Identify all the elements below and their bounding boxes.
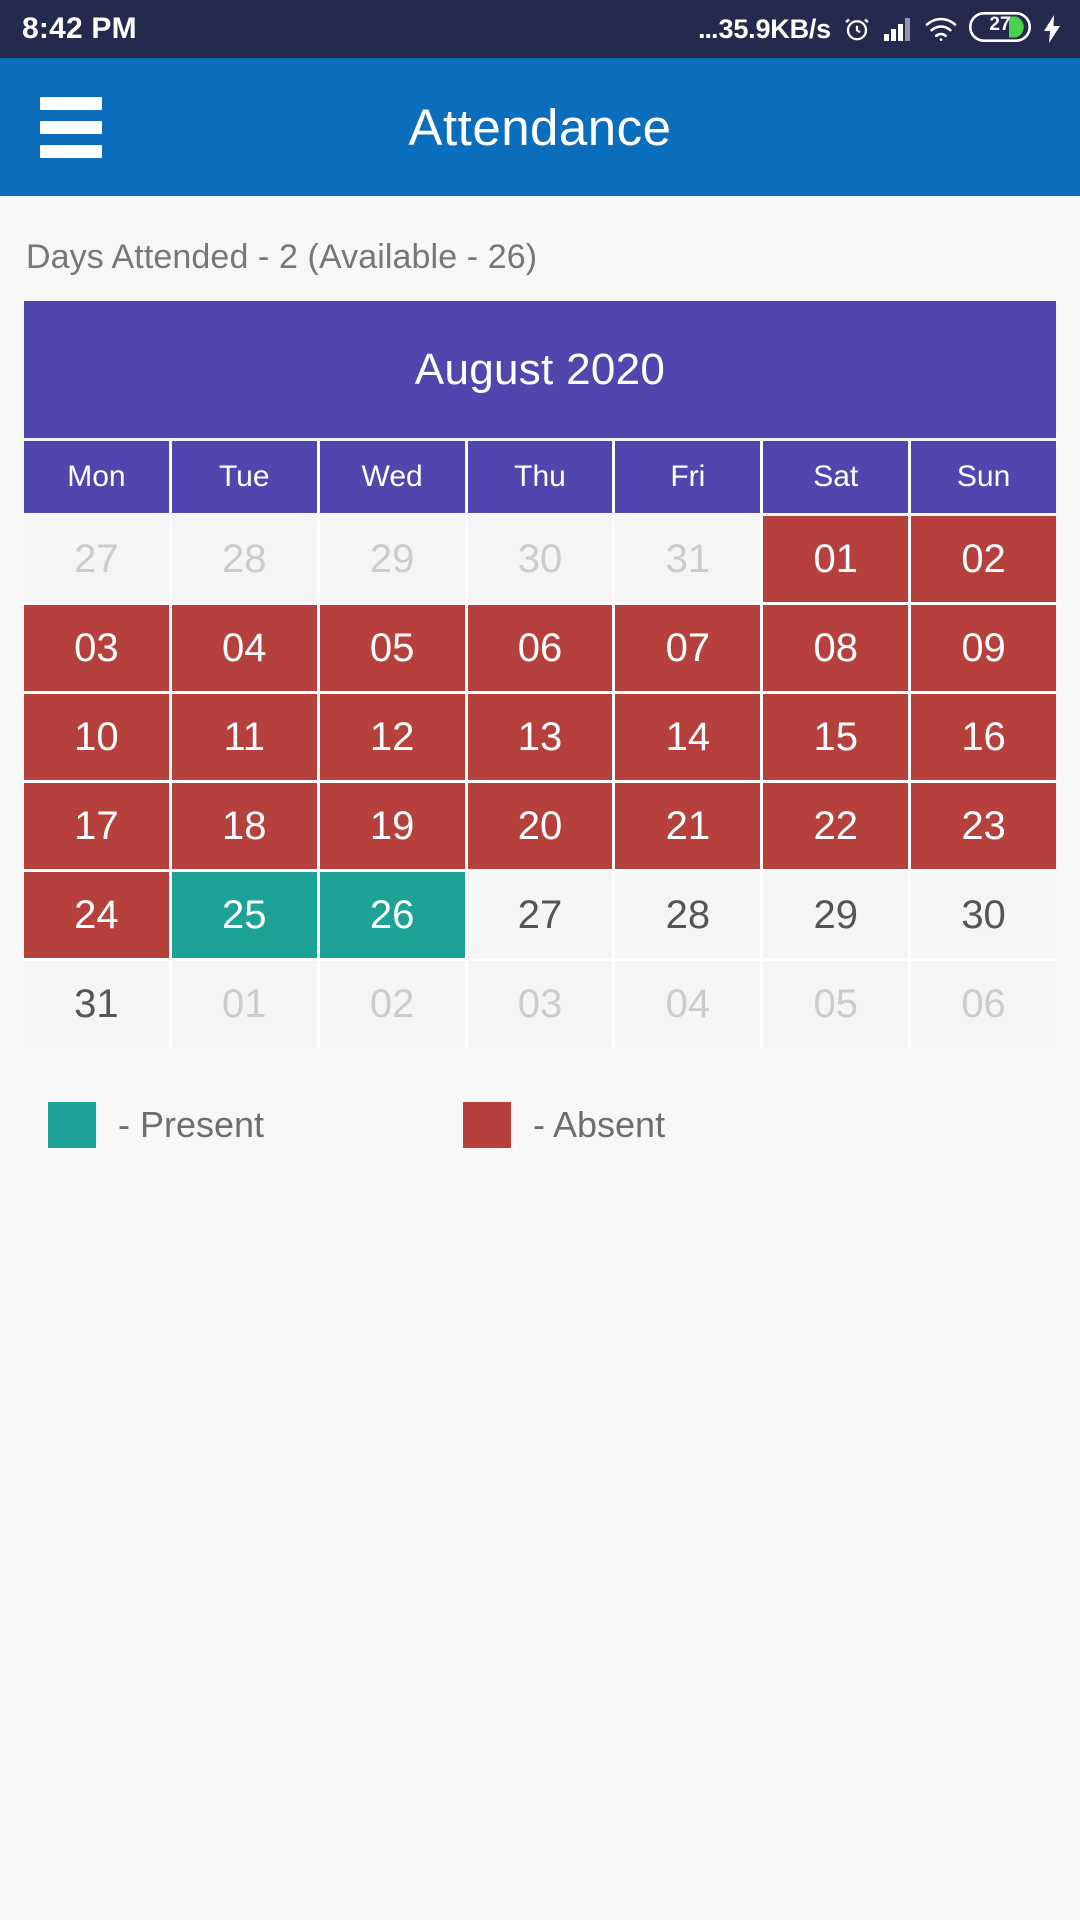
calendar-day-cell[interactable]: 07 — [615, 605, 761, 691]
hamburger-bar-1 — [40, 96, 102, 110]
attendance-summary: Days Attended - 2 (Available - 26) — [26, 238, 538, 276]
calendar-weekday-sat: Sat — [763, 441, 909, 513]
calendar-day-cell[interactable]: 05 — [319, 605, 465, 691]
calendar-day-cell[interactable]: 29 — [319, 516, 465, 602]
legend-swatch-absent — [463, 1102, 511, 1148]
calendar-day-cell[interactable]: 29 — [763, 872, 909, 958]
calendar-day-cell[interactable]: 21 — [615, 783, 761, 869]
calendar-month-title: August 2020 — [24, 301, 1056, 438]
hamburger-bar-3 — [40, 144, 102, 158]
network-activity-dots-icon: ... — [698, 13, 718, 44]
calendar-weekday-thu: Thu — [467, 441, 613, 513]
legend-item-absent: - Absent — [463, 1102, 665, 1148]
calendar-day-cell[interactable]: 30 — [467, 516, 613, 602]
calendar-weekday-mon: Mon — [24, 441, 169, 513]
status-bar-clock: 8:42 PM — [22, 12, 137, 45]
calendar-day-cell[interactable]: 31 — [24, 961, 169, 1047]
calendar-day-cell[interactable]: 01 — [763, 516, 909, 602]
calendar-weekday-wed: Wed — [319, 441, 465, 513]
calendar-day-cell[interactable]: 31 — [615, 516, 761, 602]
hamburger-bar-2 — [40, 120, 102, 134]
calendar-day-cell[interactable]: 16 — [911, 694, 1056, 780]
cellular-signal-icon — [883, 16, 913, 42]
battery-icon: 27 — [968, 11, 1032, 47]
calendar-day-cell[interactable]: 28 — [615, 872, 761, 958]
legend-swatch-present — [48, 1102, 96, 1148]
calendar-day-cell[interactable]: 13 — [467, 694, 613, 780]
calendar-day-cell[interactable]: 24 — [24, 872, 169, 958]
calendar-day-cell[interactable]: 02 — [319, 961, 465, 1047]
calendar-day-cell[interactable]: 03 — [467, 961, 613, 1047]
main-content: Days Attended - 2 (Available - 26) Augus… — [0, 196, 1080, 1148]
battery-level-text: 27 — [989, 13, 1011, 35]
calendar-day-cell[interactable]: 03 — [24, 605, 169, 691]
hamburger-menu-icon[interactable] — [40, 96, 102, 158]
calendar-day-cell[interactable]: 22 — [763, 783, 909, 869]
calendar-day-cell[interactable]: 23 — [911, 783, 1056, 869]
status-bar-icons: ... 35.9KB/s 27 — [698, 11, 1062, 47]
calendar-day-cell[interactable]: 02 — [911, 516, 1056, 602]
calendar-day-cell[interactable]: 19 — [319, 783, 465, 869]
network-speed-value: 35.9KB/s — [718, 13, 832, 44]
calendar-weekday-tue: Tue — [171, 441, 317, 513]
alarm-clock-icon — [842, 14, 872, 44]
calendar-day-cell[interactable]: 25 — [171, 872, 317, 958]
calendar-day-cell[interactable]: 09 — [911, 605, 1056, 691]
calendar-day-cell[interactable]: 12 — [319, 694, 465, 780]
calendar-day-cell[interactable]: 05 — [763, 961, 909, 1047]
calendar-day-cell[interactable]: 26 — [319, 872, 465, 958]
calendar-day-cell[interactable]: 28 — [171, 516, 317, 602]
calendar-day-cell[interactable]: 08 — [763, 605, 909, 691]
calendar-day-cell[interactable]: 14 — [615, 694, 761, 780]
calendar-day-cell[interactable]: 27 — [467, 872, 613, 958]
calendar-day-cell[interactable]: 06 — [911, 961, 1056, 1047]
calendar-day-cell[interactable]: 06 — [467, 605, 613, 691]
calendar-day-cell[interactable]: 11 — [171, 694, 317, 780]
calendar-day-cell[interactable]: 01 — [171, 961, 317, 1047]
app-bar: Attendance — [0, 58, 1080, 196]
calendar-legend: - Present - Absent — [24, 1047, 1056, 1148]
charging-bolt-icon — [1042, 14, 1062, 44]
page-title: Attendance — [408, 98, 672, 156]
calendar-day-cell[interactable]: 10 — [24, 694, 169, 780]
calendar-day-cell[interactable]: 30 — [911, 872, 1056, 958]
wifi-icon — [924, 16, 958, 42]
legend-item-present: - Present — [48, 1102, 463, 1148]
calendar-day-cell[interactable]: 18 — [171, 783, 317, 869]
calendar-weekday-fri: Fri — [615, 441, 761, 513]
calendar-day-cell[interactable]: 15 — [763, 694, 909, 780]
legend-label-present: - Present — [118, 1104, 265, 1145]
calendar-day-cell[interactable]: 04 — [615, 961, 761, 1047]
calendar-day-cell[interactable]: 20 — [467, 783, 613, 869]
calendar-weekday-row: Mon Tue Wed Thu Fri Sat Sun — [24, 441, 1056, 513]
network-speed-indicator: ... 35.9KB/s — [698, 14, 831, 45]
legend-label-absent: - Absent — [533, 1104, 666, 1145]
status-bar: 8:42 PM ... 35.9KB/s 27 — [0, 0, 1080, 58]
calendar-day-cell[interactable]: 27 — [24, 516, 169, 602]
calendar-days-grid: 27 28 29 30 31 01 02 03 04 05 06 07 08 09 10 11 12 13 14 15… — [24, 516, 1056, 1047]
calendar-weekday-sun: Sun — [911, 441, 1056, 513]
calendar-day-cell[interactable]: 04 — [171, 605, 317, 691]
attendance-calendar: August 2020 Mon Tue Wed Thu Fri Sat Sun 27 28 29… — [24, 301, 1056, 1047]
calendar-day-cell[interactable]: 17 — [24, 783, 169, 869]
